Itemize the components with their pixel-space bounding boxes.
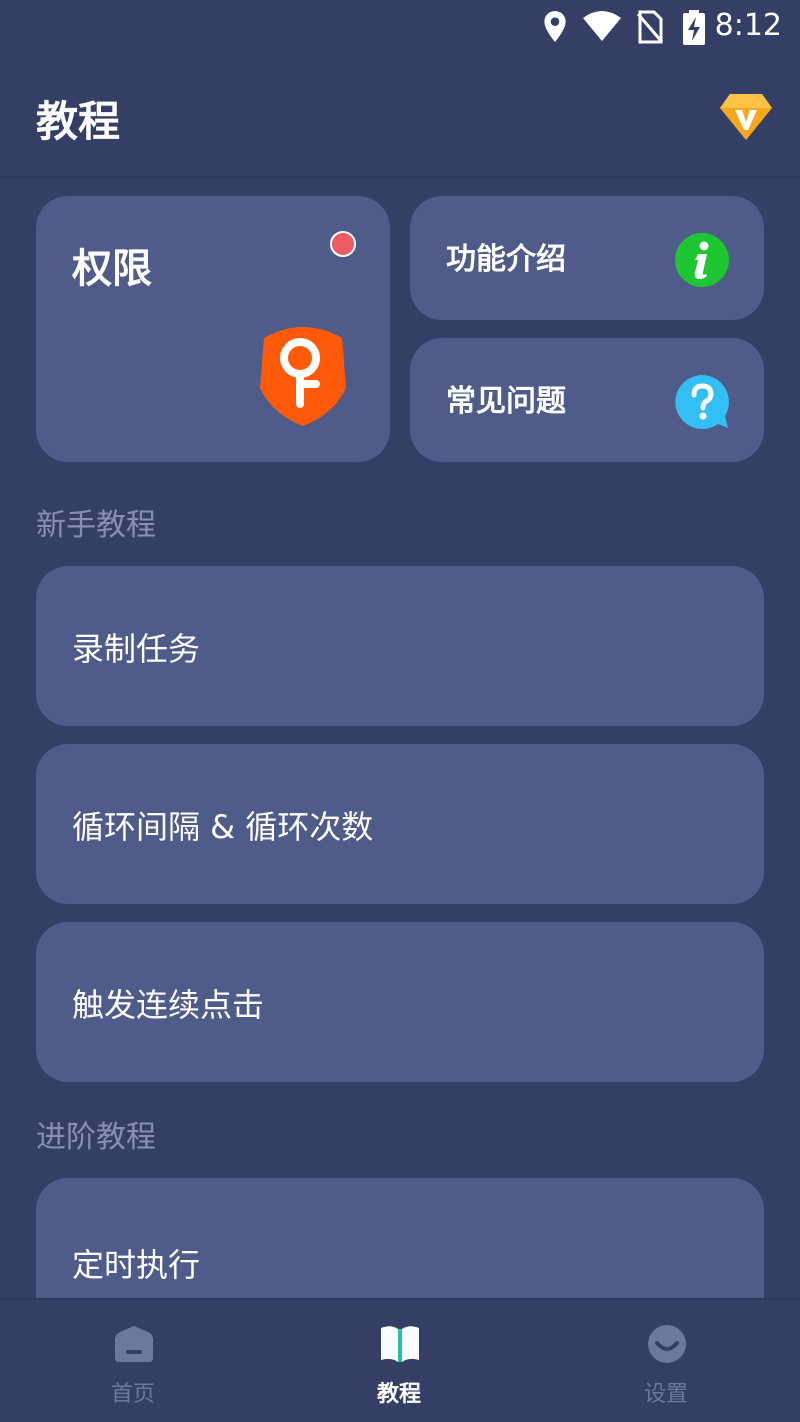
wifi-icon [583, 11, 621, 41]
status-bar: 8:12 [0, 0, 800, 56]
key-shield-icon [260, 327, 346, 426]
question-bubble-icon [675, 375, 729, 429]
faq-label: 常见问题 [446, 384, 566, 419]
list-item-label: 触发连续点击 [72, 986, 265, 1024]
section-title-beginner: 新手教程 [36, 508, 156, 543]
nav-label-tutorial: 教程 [376, 1382, 421, 1407]
nav-item-home[interactable]: 首页 [0, 1300, 266, 1422]
info-icon [675, 233, 729, 287]
home-icon [115, 1326, 153, 1362]
book-icon [381, 1326, 419, 1362]
feature-intro-card[interactable]: 功能介绍 [410, 196, 764, 320]
nav-item-tutorial[interactable]: 教程 [266, 1300, 532, 1422]
status-time: 8:12 [714, 8, 782, 43]
page-title: 教程 [36, 97, 121, 146]
list-item-continuous-click[interactable]: 触发连续点击 [36, 922, 764, 1082]
no-sim-icon [636, 10, 664, 44]
permissions-title: 权限 [72, 246, 152, 292]
bottom-nav: 首页 教程 设置 [0, 1298, 800, 1422]
location-icon [544, 11, 566, 42]
faq-card[interactable]: 常见问题 [410, 338, 764, 462]
nav-label-settings: 设置 [643, 1382, 688, 1407]
nav-label-home: 首页 [110, 1382, 155, 1407]
list-item-record-task[interactable]: 录制任务 [36, 566, 764, 726]
battery-charging-icon [683, 10, 705, 45]
app-bar: 教程 [0, 56, 800, 178]
smiley-settings-icon [648, 1325, 686, 1363]
list-item-label: 定时执行 [72, 1246, 201, 1284]
notification-badge [330, 231, 356, 257]
vip-diamond-icon[interactable] [718, 90, 774, 142]
feature-intro-label: 功能介绍 [446, 242, 566, 277]
list-item-label: 录制任务 [72, 630, 201, 668]
list-item-label: 循环间隔 & 循环次数 [72, 808, 374, 846]
list-item-loop-interval[interactable]: 循环间隔 & 循环次数 [36, 744, 764, 904]
section-title-advanced: 进阶教程 [36, 1120, 156, 1155]
nav-item-settings[interactable]: 设置 [533, 1300, 799, 1422]
permissions-card[interactable]: 权限 [36, 196, 390, 462]
